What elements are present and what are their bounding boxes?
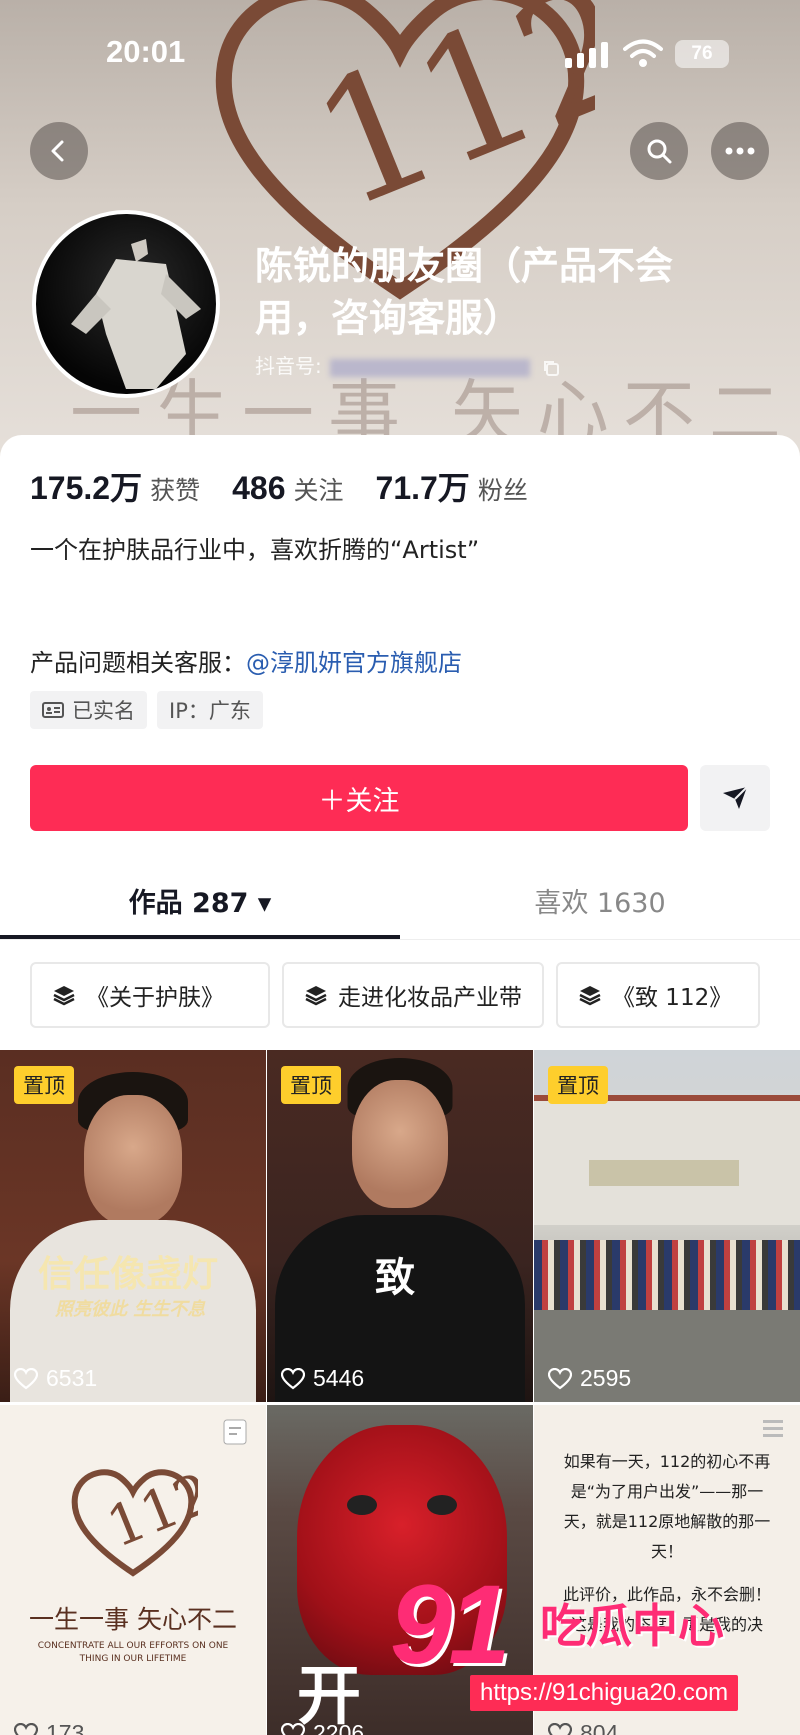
signal-icon [565,42,608,68]
pinned-badge: 置顶 [281,1066,341,1104]
collection-label: 《致 112》 [612,985,733,1011]
pinned-badge: 置顶 [14,1066,74,1104]
video-thumbnail[interactable]: 致 置顶 5446 [267,1050,533,1402]
crowd-shape [534,1240,800,1310]
profile-page: 112 一生一事 矢心不二 20:01 76 陈锐的朋友圈（产品不会用，咨询客服… [0,0,800,1735]
collection-industry[interactable]: 走进化妆品产业带 [282,962,544,1028]
profile-tags: 已实名 IP：广东 [30,691,263,729]
watermark-url: https://91chigua20.com [470,1675,739,1711]
service-label: 产品问题相关客服： [30,649,246,677]
profile-bio: 一个在护肤品行业中，喜欢折腾的“Artist” [30,536,480,564]
verified-tag-label: 已实名 [72,699,135,723]
pinned-badge: 置顶 [548,1066,608,1104]
heart-icon [548,1722,572,1735]
video-caption: 一生一事 矢心不二 [29,1605,237,1634]
building-sign [589,1160,739,1186]
lion-eye [427,1495,457,1515]
video-thumbnail[interactable]: 置顶 2595 [534,1050,800,1402]
content-tabs: 作品 287 ▾ 喜欢 1630 [0,860,800,940]
tab-works[interactable]: 作品 287 ▾ [0,860,400,940]
image-post-icon [223,1419,247,1445]
back-button[interactable] [30,122,88,180]
copy-icon[interactable] [542,359,560,377]
video-thumbnail[interactable]: 112 一生一事 矢心不二 CONCENTRATE ALL OUR EFFORT… [0,1405,266,1735]
video-caption: 如果有一天，112的初心不再是“为了用户出发”——那一天，就是112原地解散的那… [563,1452,771,1561]
more-icon [725,147,755,155]
video-likes: 2206 [281,1720,364,1735]
likes-count[interactable]: 175.2万 [30,463,142,509]
heart-icon [281,1367,305,1389]
layers-icon [579,986,601,1006]
more-button[interactable] [711,122,769,180]
following-count[interactable]: 486 [232,470,285,507]
douyin-id[interactable]: 抖音号: [255,350,560,379]
send-icon [723,786,748,809]
collection-label: 《关于护肤》 [86,985,224,1011]
heart-icon [14,1722,38,1735]
avatar-figure-image [71,239,201,389]
service-link[interactable]: @淳肌妍官方旗舰店 [246,649,462,677]
likes-value: 173 [46,1720,85,1735]
share-button[interactable] [700,765,770,831]
layers-icon [53,986,75,1006]
douyin-id-label: 抖音号: [255,354,322,378]
id-card-icon [42,702,64,718]
likes-value: 6531 [46,1365,98,1391]
chevron-left-icon [51,140,64,162]
profile-stats: 175.2万 获赞 486 关注 71.7万 粉丝 [30,463,560,509]
watermark-brand: 91 [390,1562,511,1687]
ip-tag: IP：广东 [157,691,263,729]
collection-112[interactable]: 《致 112》 [556,962,760,1028]
search-icon [647,139,672,164]
followers-count[interactable]: 71.7万 [376,463,470,509]
image-post-icon [763,1420,783,1437]
tab-divider [0,939,800,940]
search-button[interactable] [630,122,688,180]
video-thumbnail[interactable]: 信任像盏灯 照亮彼此 生生不息 置顶 6531 [0,1050,266,1402]
douyin-id-blurred [329,358,530,377]
layers-icon [305,986,327,1006]
video-caption: 信任像盏灯 [38,1253,219,1295]
battery-indicator: 76 [675,40,729,68]
video-likes: 2595 [548,1365,631,1392]
video-subcaption: 照亮彼此 生生不息 [55,1299,206,1320]
video-likes: 6531 [14,1365,97,1392]
video-subcaption: CONCENTRATE ALL OUR EFFORTS ON ONE THING… [37,1641,229,1664]
watermark-name: 吃瓜中心 [540,1599,724,1653]
collection-label: 走进化妆品产业带 [338,985,522,1011]
likes-value: 5446 [313,1365,365,1391]
likes-value: 804 [580,1720,619,1735]
video-likes: 173 [14,1720,84,1735]
avatar[interactable] [32,210,220,398]
site-watermark: 91 吃瓜中心 https://91chigua20.com [390,1560,790,1720]
wifi-icon [623,39,663,67]
profile-card: 175.2万 获赞 486 关注 71.7万 粉丝 一个在护肤品行业中，喜欢折腾的“A… [0,435,800,1735]
tab-likes[interactable]: 喜欢 1630 [400,860,800,940]
verified-tag[interactable]: 已实名 [30,691,147,729]
following-label: 关注 [293,476,344,505]
lion-eye [347,1495,377,1515]
likes-label: 获赞 [150,476,201,505]
status-bar: 20:01 76 [0,0,800,100]
profile-name: 陈锐的朋友圈（产品不会用，咨询客服） [255,244,674,340]
video-likes: 804 [548,1720,618,1735]
heart-icon [548,1367,572,1389]
heart-112-logo: 112 [71,1465,198,1577]
collections-row: 《关于护肤》 走进化妆品产业带 《致 112》 [30,962,760,1028]
likes-value: 2206 [313,1720,365,1735]
followers-label: 粉丝 [477,476,528,505]
heart-icon [281,1722,305,1735]
status-time: 20:01 [106,34,186,69]
service-line: 产品问题相关客服：@淳肌妍官方旗舰店 [30,643,462,678]
likes-value: 2595 [580,1365,632,1391]
video-caption: 致 [375,1254,415,1301]
follow-button[interactable]: ＋关注 [30,765,688,831]
heart-icon [14,1367,38,1389]
video-likes: 5446 [281,1365,364,1392]
collection-skincare[interactable]: 《关于护肤》 [30,962,270,1028]
ip-tag-label: IP：广东 [169,699,251,723]
